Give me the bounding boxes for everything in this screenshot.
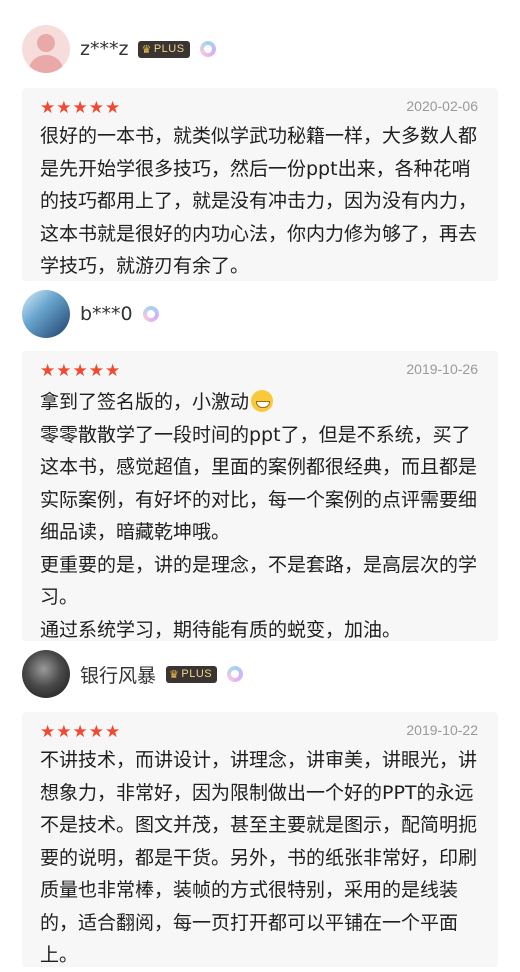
review-paragraph: 拿到了签名版的，小激动: [40, 391, 250, 413]
level-badge-icon: [227, 666, 244, 682]
plus-badge: ♛ PLUS: [138, 40, 190, 58]
username[interactable]: 银行风暴: [80, 661, 156, 688]
review-text: 拿到了签名版的，小激动 零零散散学了一段时间的ppt了，但是不系统，买了这本书，…: [40, 386, 488, 646]
crown-icon: ♛: [169, 668, 180, 681]
plus-label: PLUS: [181, 668, 213, 680]
review-date: 2019-10-26: [406, 361, 478, 377]
review-date: 2019-10-22: [406, 722, 478, 738]
rating-stars: ★★★★★: [40, 361, 122, 381]
review-text: 很好的一本书，就类似学武功秘籍一样，大多数人都是先开始学很多技巧，然后一份ppt…: [40, 120, 488, 283]
user-row: 银行风暴 ♛ PLUS: [22, 650, 244, 698]
review-paragraph: 通过系统学习，期待能有质的蜕变，加油。: [40, 618, 402, 641]
user-row: z***z ♛ PLUS: [22, 25, 216, 73]
review-card: ★★★★★ 2019-10-26 拿到了签名版的，小激动 零零散散学了一段时间的…: [22, 351, 498, 641]
avatar[interactable]: [22, 25, 70, 73]
rating-stars: ★★★★★: [40, 98, 122, 118]
review-date: 2020-02-06: [406, 98, 478, 114]
review-paragraph: 不讲技术，而讲设计，讲理念，讲审美，讲眼光，讲想象力，非常好，因为限制做出一个好…: [40, 749, 478, 966]
grin-emoji-icon: [251, 390, 274, 412]
review-card: ★★★★★ 2020-02-06 很好的一本书，就类似学武功秘籍一样，大多数人都…: [22, 88, 498, 281]
level-badge-icon: [142, 306, 159, 322]
username[interactable]: z***z: [80, 38, 128, 60]
username[interactable]: b***0: [80, 303, 133, 325]
user-row: b***0: [22, 290, 159, 338]
crown-icon: ♛: [141, 43, 152, 56]
review-paragraph: 很好的一本书，就类似学武功秘籍一样，大多数人都是先开始学很多技巧，然后一份ppt…: [40, 125, 478, 277]
review-paragraph: 更重要的是，讲的是理念，不是套路，是高层次的学习。: [40, 553, 478, 609]
plus-badge: ♛ PLUS: [166, 665, 218, 683]
rating-stars: ★★★★★: [40, 722, 122, 742]
review-text: 不讲技术，而讲设计，讲理念，讲审美，讲眼光，讲想象力，非常好，因为限制做出一个好…: [40, 744, 488, 972]
review-paragraph: 零零散散学了一段时间的ppt了，但是不系统，买了这本书，感觉超值，里面的案例都很…: [40, 423, 478, 544]
level-badge-icon: [199, 41, 216, 57]
avatar[interactable]: [22, 650, 70, 698]
plus-label: PLUS: [153, 43, 185, 55]
avatar[interactable]: [22, 290, 70, 338]
review-card: ★★★★★ 2019-10-22 不讲技术，而讲设计，讲理念，讲审美，讲眼光，讲…: [22, 712, 498, 967]
